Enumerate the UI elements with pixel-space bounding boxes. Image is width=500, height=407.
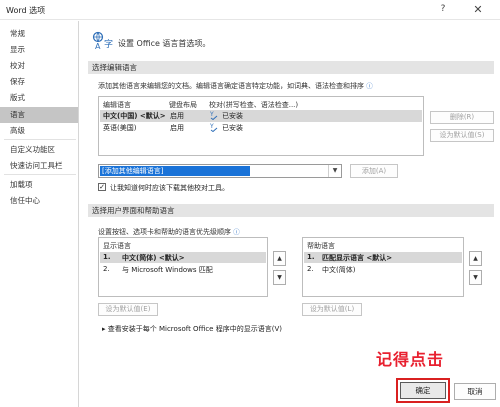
keyboard-cell: 启用 — [170, 112, 184, 120]
ui-help-description: 设置按钮、选项卡和帮助的语言优先级顺序 ⓘ — [98, 228, 240, 236]
proofing-cell: 已安装 — [222, 112, 243, 120]
annotation-text: 记得点击 — [376, 350, 445, 369]
download-proofing-label: 让我知道何时应该下载其他校对工具。 — [110, 184, 229, 192]
svg-text:字: 字 — [104, 38, 113, 50]
display-language-header: 显示语言 — [103, 242, 131, 250]
language-icon: A 字 — [92, 31, 113, 51]
sidebar-item-proofing[interactable]: 校对 — [0, 58, 78, 74]
table-row[interactable]: 英语(美国) 启用 Y 已安装 — [100, 122, 422, 134]
ok-button[interactable]: 确定 — [400, 382, 446, 399]
sidebar-item-trust-center[interactable]: 信任中心 — [0, 193, 78, 209]
sidebar-item-addins[interactable]: 加载项 — [0, 177, 78, 193]
sidebar-divider — [4, 139, 76, 140]
cancel-button[interactable]: 取消 — [454, 383, 496, 400]
spell-check-icon: Y — [210, 123, 218, 132]
list-item-number: 1. — [103, 253, 111, 261]
list-item-label: 中文(简体) — [322, 266, 356, 274]
column-header-proofing: 校对(拼写检查、语法检查...) — [209, 101, 299, 109]
move-up-help-button[interactable]: ▲ — [469, 251, 482, 266]
spell-check-icon: Y — [210, 111, 218, 120]
set-default-display-button[interactable]: 设为默认值(E) — [98, 303, 158, 316]
list-item-number: 2. — [103, 265, 110, 273]
keyboard-cell: 启用 — [170, 124, 184, 132]
chevron-down-icon[interactable]: ▼ — [328, 165, 341, 177]
sidebar-item-customize-ribbon[interactable]: 自定义功能区 — [0, 142, 78, 158]
list-item[interactable]: 2. 中文(简体) — [304, 264, 462, 275]
info-icon: ⓘ — [366, 82, 373, 90]
help-button[interactable]: ? — [436, 4, 450, 16]
remove-button[interactable]: 删除(R) — [430, 111, 494, 124]
sidebar-item-display[interactable]: 显示 — [0, 42, 78, 58]
info-icon: ⓘ — [233, 228, 240, 236]
sidebar-item-layout[interactable]: 版式 — [0, 90, 78, 106]
svg-text:Y: Y — [210, 123, 214, 130]
list-item[interactable]: 1. 匹配显示语言 <默认> — [304, 252, 462, 263]
sidebar-item-save[interactable]: 保存 — [0, 74, 78, 90]
display-language-list[interactable]: 显示语言 1. 中文(简体) <默认> 2. 与 Microsoft Windo… — [98, 237, 268, 297]
ui-help-section-title: 选择用户界面和帮助语言 — [88, 204, 494, 217]
sidebar-item-language[interactable]: 语言 — [0, 107, 78, 123]
dropdown-value: [添加其他编辑语言] — [100, 166, 250, 176]
table-row[interactable]: 中文(中国) <默认> 启用 Y 已安装 — [100, 110, 422, 122]
move-up-display-button[interactable]: ▲ — [273, 251, 286, 266]
set-default-editing-button[interactable]: 设为默认值(S) — [430, 129, 494, 142]
list-item[interactable]: 2. 与 Microsoft Windows 匹配 — [100, 264, 266, 275]
list-item-label: 与 Microsoft Windows 匹配 — [122, 266, 213, 274]
list-item-number: 1. — [307, 253, 315, 261]
title-bar: Word 选项 ? ✕ — [0, 0, 500, 20]
editing-languages-table[interactable]: 编辑语言 键盘布局 校对(拼写检查、语法检查...) 中文(中国) <默认> 启… — [98, 96, 424, 156]
add-button[interactable]: 添加(A) — [350, 164, 398, 178]
list-item-label: 中文(简体) <默认> — [122, 254, 185, 262]
column-header-keyboard-layout: 键盘布局 — [169, 101, 197, 109]
help-language-list[interactable]: 帮助语言 1. 匹配显示语言 <默认> 2. 中文(简体) — [302, 237, 464, 297]
move-down-help-button[interactable]: ▼ — [469, 270, 482, 285]
list-item-label: 匹配显示语言 <默认> — [322, 254, 393, 262]
proofing-cell: 已安装 — [222, 124, 243, 132]
editing-languages-description: 添加其他语言来编辑您的文档。编辑语言确定语言特定功能，如词典、语法检查和排序 ⓘ — [98, 82, 373, 90]
list-item[interactable]: 1. 中文(简体) <默认> — [100, 252, 266, 263]
svg-text:Y: Y — [210, 111, 214, 118]
list-item-number: 2. — [307, 265, 314, 273]
close-button[interactable]: ✕ — [470, 3, 486, 17]
svg-text:A: A — [95, 42, 101, 51]
add-language-dropdown[interactable]: [添加其他编辑语言] ▼ — [98, 164, 342, 178]
help-language-header: 帮助语言 — [307, 242, 335, 250]
column-header-editing-language: 编辑语言 — [103, 101, 131, 109]
language-cell: 中文(中国) <默认> — [103, 112, 166, 120]
sidebar-item-general[interactable]: 常规 — [0, 26, 78, 42]
download-proofing-checkbox[interactable]: ✓ — [98, 183, 106, 191]
sidebar-item-quick-access-toolbar[interactable]: 快速访问工具栏 — [0, 158, 78, 174]
move-down-display-button[interactable]: ▼ — [273, 270, 286, 285]
editing-languages-section-title: 选择编辑语言 — [88, 61, 494, 74]
sidebar-divider — [4, 174, 76, 175]
sidebar-item-advanced[interactable]: 高级 — [0, 123, 78, 139]
set-default-help-button[interactable]: 设为默认值(L) — [302, 303, 362, 316]
options-sidebar: 常规 显示 校对 保存 版式 语言 高级 自定义功能区 快速访问工具栏 加载项 … — [0, 21, 79, 407]
ok-button-highlight[interactable]: 确定 — [396, 378, 450, 403]
page-heading: 设置 Office 语言首选项。 — [118, 39, 211, 48]
window-title: Word 选项 — [6, 6, 46, 15]
language-cell: 英语(美国) — [103, 124, 137, 132]
view-installed-languages-link[interactable]: ▸ 查看安装于每个 Microsoft Office 程序中的显示语言(V) — [102, 324, 282, 334]
